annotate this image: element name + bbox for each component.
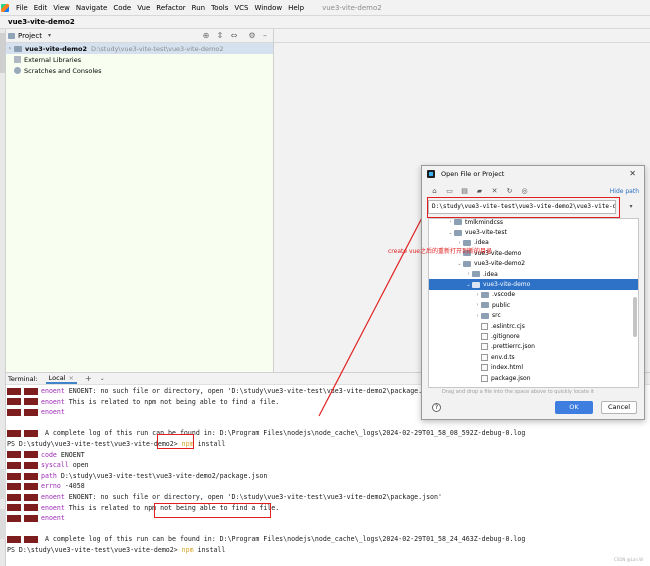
project-dir-icon[interactable]: ▤ xyxy=(460,187,469,195)
dialog-app-icon xyxy=(427,169,435,178)
file-icon xyxy=(481,364,488,372)
delete-icon[interactable]: ✕ xyxy=(490,187,499,195)
chevron-right-icon[interactable]: › xyxy=(474,302,481,308)
tree-folder-item[interactable]: ⌄ vue3-vite-test xyxy=(429,227,638,237)
dialog-file-tree[interactable]: › tmlkmindcss ⌄ vue3-vite-test › .idea › vue3-v… xyxy=(428,218,639,388)
tree-item-label: tmlkmindcss xyxy=(465,218,504,226)
tree-item-label: .prettierrc.json xyxy=(491,343,535,351)
folder-icon xyxy=(472,271,480,278)
tree-item-label: index.html xyxy=(491,364,523,372)
tree-item-label: .eslintrc.cjs xyxy=(491,322,525,330)
folder-icon xyxy=(454,229,462,236)
chevron-down-icon[interactable]: ⌄ xyxy=(465,282,472,288)
watermark: CSDN @Lan.W xyxy=(614,557,644,562)
tree-folder-item[interactable]: › .idea xyxy=(429,269,638,279)
tree-file-item[interactable]: .prettierrc.json xyxy=(429,342,638,352)
tree-folder-item[interactable]: › src xyxy=(429,311,638,321)
folder-icon xyxy=(472,281,480,288)
tree-folder-item[interactable]: › tmlkmindcss xyxy=(429,218,638,227)
show-hidden-icon[interactable]: ◎ xyxy=(520,187,529,195)
tree-file-item[interactable]: package.json xyxy=(429,373,638,383)
tree-item-label: vue3-vite-demo xyxy=(483,281,531,289)
annotation-arrow-line xyxy=(318,211,426,417)
chevron-right-icon[interactable]: › xyxy=(474,292,481,298)
folder-icon xyxy=(481,291,489,298)
tree-folder-item[interactable]: ⌄ vue3-vite-demo xyxy=(429,279,638,290)
tree-item-label: src xyxy=(492,312,501,320)
tree-item-label: .idea xyxy=(483,270,498,278)
help-icon[interactable]: ? xyxy=(432,403,441,412)
cancel-button[interactable]: Cancel xyxy=(601,401,637,414)
tree-file-item[interactable]: .gitignore xyxy=(429,331,638,341)
chevron-right-icon[interactable]: › xyxy=(465,271,472,277)
tree-item-label: .vscode xyxy=(492,291,516,299)
refresh-icon[interactable]: ↻ xyxy=(505,187,514,195)
file-icon xyxy=(481,343,488,351)
tree-file-item[interactable]: .eslintrc.cjs xyxy=(429,321,638,331)
tree-item-label: .gitignore xyxy=(491,333,520,341)
annotation-box-path xyxy=(427,197,620,218)
chevron-right-icon[interactable]: › xyxy=(474,313,481,319)
dialog-titlebar: Open File or Project xyxy=(422,166,644,181)
folder-icon xyxy=(454,219,462,226)
tree-item-label: vue3-vite-test xyxy=(465,229,507,237)
file-icon xyxy=(481,353,488,361)
ok-button[interactable]: OK xyxy=(555,401,593,414)
chevron-down-icon[interactable]: ⌄ xyxy=(456,261,463,267)
path-history-dropdown-icon[interactable]: ▾ xyxy=(625,201,637,213)
desktop-icon[interactable]: ▭ xyxy=(445,187,454,195)
folder-icon xyxy=(481,312,489,319)
tree-folder-item[interactable]: ⌄ vue3-vite-demo2 xyxy=(429,259,638,269)
annotation-text: create vue之后的重新打开到新的目录 xyxy=(388,248,492,255)
folder-icon xyxy=(481,302,489,309)
file-icon xyxy=(481,333,488,341)
tree-file-item[interactable]: index.html xyxy=(429,363,638,373)
tree-item-label: public xyxy=(492,301,511,309)
tree-item-label: package.json xyxy=(491,374,531,382)
chevron-down-icon[interactable]: ⌄ xyxy=(447,230,454,236)
dialog-tree-scrollbar[interactable] xyxy=(633,297,637,337)
tree-item-label: env.d.ts xyxy=(491,353,515,361)
home-icon[interactable]: ⌂ xyxy=(430,187,439,195)
tree-folder-item[interactable]: › .vscode xyxy=(429,290,638,300)
dialog-toolbar: ⌂ ▭ ▤ ▰ ✕ ↻ ◎ xyxy=(430,186,535,196)
hide-path-link[interactable]: Hide path xyxy=(610,188,639,195)
tree-folder-item[interactable]: › public xyxy=(429,300,638,310)
tree-file-item[interactable]: env.d.ts xyxy=(429,352,638,362)
dialog-drag-hint: Drag and drop a file into the space abov… xyxy=(442,389,594,395)
dialog-title: Open File or Project xyxy=(441,169,505,178)
file-icon xyxy=(481,322,488,330)
file-icon xyxy=(481,374,488,382)
folder-icon xyxy=(463,260,471,267)
new-folder-icon[interactable]: ▰ xyxy=(475,187,484,195)
tree-item-label: vue3-vite-demo2 xyxy=(474,260,526,268)
chevron-right-icon[interactable]: › xyxy=(447,219,454,225)
close-icon[interactable]: ✕ xyxy=(629,169,636,178)
